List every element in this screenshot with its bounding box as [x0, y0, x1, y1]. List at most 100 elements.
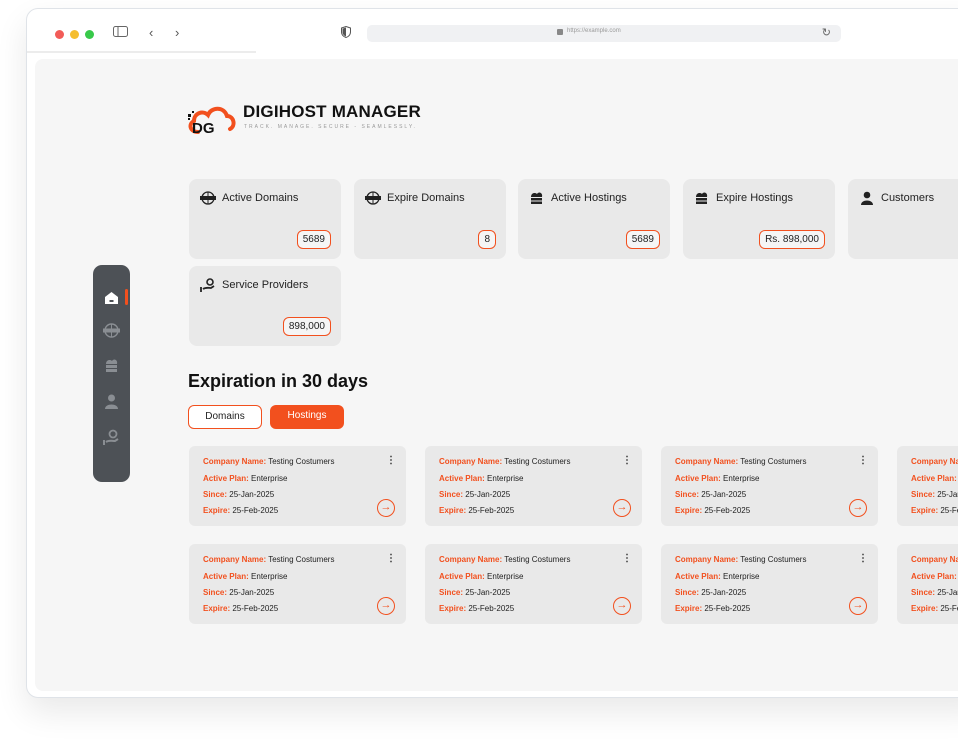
card-since-label: Since: — [675, 490, 700, 499]
card-plan-row: Active Plan: Enterprise — [675, 474, 760, 483]
card-expire-value: 25-Feb-2025 — [468, 604, 515, 613]
card-plan-label: Active Plan: — [203, 474, 249, 483]
card-company-label: Company Name: — [911, 555, 958, 564]
card-plan-row: Active Plan: Enterprise — [911, 572, 958, 581]
more-options-icon[interactable]: ⋮ — [622, 553, 632, 564]
card-company-value: Testing Costumers — [504, 457, 571, 466]
card-since-label: Since: — [203, 490, 228, 499]
arrow-right-icon[interactable]: → — [377, 499, 395, 517]
expiration-card[interactable]: Company Name: Testing Costumers Active Pl… — [189, 446, 406, 526]
forward-icon[interactable]: › — [175, 26, 179, 39]
stat-value: 8 — [478, 230, 496, 249]
www-icon — [365, 191, 381, 205]
browser-titlebar: ‹ › https://example.com ↻ — [27, 9, 958, 51]
arrow-right-icon[interactable]: → — [849, 499, 867, 517]
card-expire-value: 25-Feb-2025 — [704, 604, 751, 613]
minimize-window-button[interactable] — [70, 30, 79, 39]
expiration-card[interactable]: Company Name: Testing Costumers Active Pl… — [189, 544, 406, 624]
stat-card[interactable]: Service Providers 898,000 — [189, 266, 341, 346]
expiration-card[interactable]: Company Name: Testing Costumers Active Pl… — [897, 544, 958, 624]
card-since-row: Since: 25-Jan-2025 — [439, 588, 510, 597]
nav-customers[interactable] — [103, 393, 120, 410]
card-since-label: Since: — [675, 588, 700, 597]
expiration-card[interactable]: Company Name: Testing Costumers Active Pl… — [425, 446, 642, 526]
back-icon[interactable]: ‹ — [149, 26, 153, 39]
sidebar-nav — [93, 265, 130, 482]
card-since-label: Since: — [439, 490, 464, 499]
www-icon — [103, 323, 120, 338]
card-since-label: Since: — [203, 588, 228, 597]
card-expire-row: Expire: 25-Feb-2025 — [911, 506, 958, 515]
brand-name: DIGIHOST MANAGER — [243, 102, 421, 121]
stat-label: Customers — [881, 192, 935, 204]
close-window-button[interactable] — [55, 30, 64, 39]
more-options-icon[interactable]: ⋮ — [386, 455, 396, 466]
card-company-row: Company Name: Testing Costumers — [675, 555, 806, 564]
svg-text:DG: DG — [192, 120, 215, 137]
reload-icon[interactable]: ↻ — [822, 26, 831, 39]
card-plan-label: Active Plan: — [439, 572, 485, 581]
stat-card[interactable]: Active Domains 5689 — [189, 179, 341, 259]
more-options-icon[interactable]: ⋮ — [858, 553, 868, 564]
card-company-row: Company Name: Testing Costumers — [203, 555, 334, 564]
brand-tagline: TRACK. MANAGE. SECURE - SEAMLESSLY. — [244, 124, 417, 130]
card-company-label: Company Name: — [203, 457, 267, 466]
lock-icon — [557, 29, 563, 35]
tab-domains[interactable]: Domains — [188, 405, 262, 429]
nav-providers[interactable] — [103, 429, 120, 446]
arrow-right-icon[interactable]: → — [613, 597, 631, 615]
card-expire-value: 25-Feb-2025 — [232, 604, 279, 613]
expiration-card[interactable]: Company Name: Testing Costumers Active Pl… — [425, 544, 642, 624]
arrow-right-icon[interactable]: → — [613, 499, 631, 517]
card-plan-row: Active Plan: Enterprise — [911, 474, 958, 483]
card-expire-label: Expire: — [439, 604, 467, 613]
more-options-icon[interactable]: ⋮ — [622, 455, 632, 466]
card-plan-row: Active Plan: Enterprise — [675, 572, 760, 581]
card-company-value: Testing Costumers — [268, 555, 335, 564]
card-company-label: Company Name: — [675, 555, 739, 564]
stat-card[interactable]: Expire Hostings Rs. 898,000 — [683, 179, 835, 259]
stat-card[interactable]: Customers — [848, 179, 958, 259]
card-expire-row: Expire: 25-Feb-2025 — [203, 604, 278, 613]
shield-icon[interactable] — [341, 25, 351, 40]
card-company-row: Company Name: Testing Costumers — [911, 555, 958, 564]
expiration-card[interactable]: Company Name: Testing Costumers Active Pl… — [661, 544, 878, 624]
address-bar[interactable]: https://example.com ↻ — [367, 25, 841, 42]
card-expire-label: Expire: — [675, 506, 703, 515]
sidebar-toggle-icon[interactable] — [113, 26, 128, 39]
server-cloud-icon — [529, 191, 545, 205]
card-company-value: Testing Costumers — [504, 555, 571, 564]
home-icon — [105, 292, 118, 304]
card-since-value: 25-Jan-2025 — [937, 588, 958, 597]
card-company-label: Company Name: — [439, 457, 503, 466]
card-since-value: 25-Jan-2025 — [937, 490, 958, 499]
card-plan-label: Active Plan: — [675, 572, 721, 581]
screen: ‹ › https://example.com ↻ DG DIGIHOST MA… — [0, 0, 958, 741]
expiration-card[interactable]: Company Name: Testing Costumers Active Pl… — [897, 446, 958, 526]
maximize-window-button[interactable] — [85, 30, 94, 39]
card-since-row: Since: 25-Jan-2025 — [439, 490, 510, 499]
arrow-right-icon[interactable]: → — [377, 597, 395, 615]
card-expire-row: Expire: 25-Feb-2025 — [675, 506, 750, 515]
stat-value: 5689 — [296, 230, 331, 249]
card-plan-row: Active Plan: Enterprise — [439, 572, 524, 581]
user-icon — [105, 394, 118, 409]
expiration-card[interactable]: Company Name: Testing Costumers Active Pl… — [661, 446, 878, 526]
card-since-row: Since: 25-Jan-2025 — [675, 588, 746, 597]
tab-hostings[interactable]: Hostings — [270, 405, 344, 429]
card-expire-label: Expire: — [911, 506, 939, 515]
more-options-icon[interactable]: ⋮ — [858, 455, 868, 466]
card-company-label: Company Name: — [675, 457, 739, 466]
card-expire-row: Expire: 25-Feb-2025 — [911, 604, 958, 613]
nav-domains[interactable] — [103, 322, 120, 339]
stat-card[interactable]: Expire Domains 8 — [354, 179, 506, 259]
stat-label: Active Hostings — [551, 192, 627, 204]
card-since-label: Since: — [911, 490, 936, 499]
nav-hostings[interactable] — [103, 357, 120, 374]
more-options-icon[interactable]: ⋮ — [386, 553, 396, 564]
arrow-right-icon[interactable]: → — [849, 597, 867, 615]
card-plan-row: Active Plan: Enterprise — [203, 572, 288, 581]
nav-home[interactable] — [103, 289, 120, 306]
stat-card[interactable]: Active Hostings 5689 — [518, 179, 670, 259]
card-since-value: 25-Jan-2025 — [465, 490, 511, 499]
